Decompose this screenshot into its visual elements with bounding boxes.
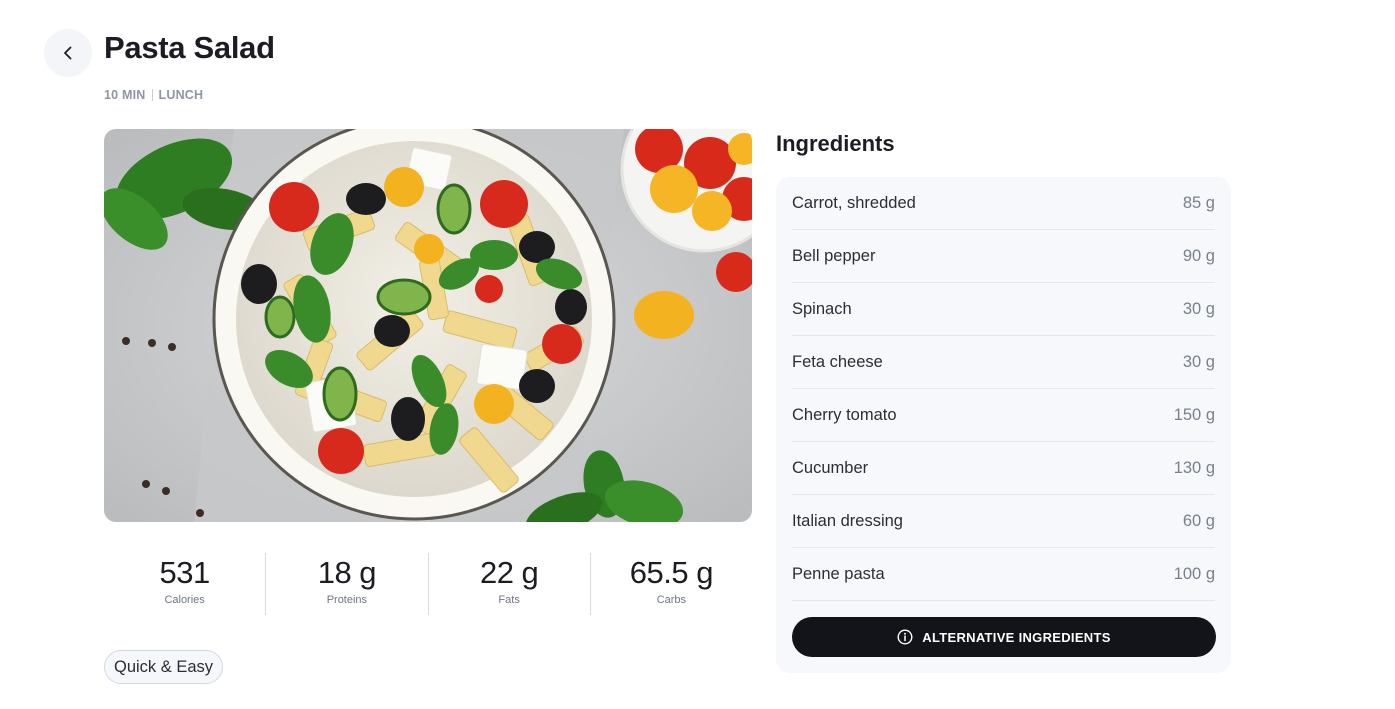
ingredients-panel: Carrot, shredded 85 g Bell pepper 90 g S… [776, 177, 1231, 673]
ingredient-row: Penne pasta 100 g [792, 548, 1215, 601]
ingredients-title: Ingredients [776, 131, 895, 156]
nutrition-summary: 531 Calories 18 g Proteins 22 g Fats 65.… [104, 553, 752, 615]
ingredient-row: Feta cheese 30 g [792, 336, 1215, 389]
alternative-ingredients-button[interactable]: ALTERNATIVE INGREDIENTS [792, 617, 1216, 657]
ingredient-name: Spinach [792, 299, 852, 318]
meal-type: LUNCH [158, 88, 204, 102]
nutrition-label: Fats [498, 594, 520, 606]
ingredient-row: Carrot, shredded 85 g [792, 177, 1215, 230]
ingredient-row: Cherry tomato 150 g [792, 389, 1215, 442]
ingredient-amount: 130 g [1173, 458, 1215, 477]
alternative-ingredients-label: ALTERNATIVE INGREDIENTS [922, 629, 1111, 645]
nutrition-label: Carbs [656, 594, 687, 606]
ingredient-name: Cherry tomato [792, 405, 897, 424]
ingredient-name: Penne pasta [792, 564, 885, 583]
ingredient-row: Cucumber 130 g [792, 442, 1215, 495]
nutrition-value: 531 [159, 555, 211, 590]
nutrition-proteins: 18 g Proteins [266, 553, 429, 615]
ingredient-amount: 30 g [1182, 352, 1215, 371]
page-title: Pasta Salad [104, 30, 275, 65]
ingredient-amount: 100 g [1173, 564, 1215, 583]
ingredient-name: Carrot, shredded [792, 193, 916, 212]
ingredient-row: Bell pepper 90 g [792, 230, 1215, 283]
nutrition-value: 65.5 g [629, 555, 714, 590]
ingredient-amount: 90 g [1182, 246, 1215, 265]
ingredient-amount: 30 g [1182, 299, 1215, 318]
ingredient-name: Feta cheese [792, 352, 883, 371]
ingredient-name: Cucumber [792, 458, 869, 477]
ingredient-name: Bell pepper [792, 246, 876, 265]
recipe-photo [104, 129, 752, 522]
nutrition-fats: 22 g Fats [429, 553, 591, 615]
ingredient-amount: 60 g [1182, 511, 1215, 530]
meta-divider [151, 89, 153, 101]
nutrition-value: 22 g [479, 555, 539, 590]
tag-quick-easy[interactable]: Quick & Easy [104, 650, 224, 684]
prep-time: 10 MIN [104, 88, 146, 102]
nutrition-carbs: 65.5 g Carbs [591, 553, 752, 615]
ingredient-row: Spinach 30 g [792, 283, 1215, 336]
nutrition-value: 18 g [317, 555, 377, 590]
ingredient-name: Italian dressing [792, 511, 903, 530]
recipe-meta: 10 MIN LUNCH [104, 88, 203, 102]
ingredient-amount: 150 g [1173, 405, 1215, 424]
nutrition-label: Calories [164, 594, 205, 606]
ingredient-row: Italian dressing 60 g [792, 495, 1215, 548]
nutrition-label: Proteins [326, 594, 368, 606]
back-button[interactable] [44, 29, 92, 77]
info-icon [897, 629, 913, 645]
chevron-left-icon [64, 46, 72, 60]
ingredient-amount: 85 g [1182, 193, 1215, 212]
nutrition-calories: 531 Calories [104, 553, 267, 615]
